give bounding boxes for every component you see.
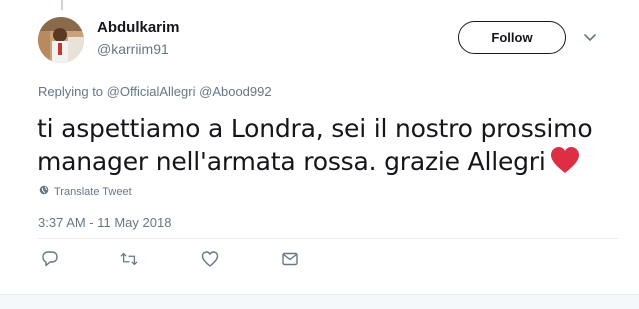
screen-name[interactable]: @karriim91 — [97, 41, 169, 57]
reply-context: Replying to @OfficialAllegri @Abood992 — [38, 84, 272, 99]
direct-message-icon[interactable] — [281, 250, 299, 268]
reply-handle-link[interactable]: @OfficialAllegri — [107, 84, 196, 99]
retweet-icon[interactable] — [120, 250, 138, 268]
tweet-footer-band — [0, 294, 639, 309]
chevron-down-icon[interactable] — [582, 30, 598, 46]
translate-tweet-label: Translate Tweet — [54, 185, 132, 198]
like-icon[interactable] — [201, 250, 219, 268]
globe-icon — [39, 185, 49, 198]
divider — [38, 238, 618, 239]
tweet-text: ti aspettiamo a Londra, sei il nostro pr… — [37, 112, 617, 182]
reply-context-prefix: Replying to — [38, 84, 104, 99]
translate-tweet-link[interactable]: Translate Tweet — [39, 185, 132, 198]
reply-handle-link[interactable]: @Abood992 — [199, 84, 271, 99]
reply-icon[interactable] — [41, 250, 59, 268]
avatar[interactable] — [38, 17, 84, 63]
display-name[interactable]: Abdulkarim — [97, 19, 180, 36]
red-heart-emoji-icon — [550, 146, 580, 182]
tweet-body: ti aspettiamo a Londra, sei il nostro pr… — [37, 114, 593, 176]
follow-button[interactable]: Follow — [458, 21, 566, 54]
tweet-timestamp[interactable]: 3:37 AM - 11 May 2018 — [38, 215, 171, 230]
thread-connector — [61, 0, 63, 10]
